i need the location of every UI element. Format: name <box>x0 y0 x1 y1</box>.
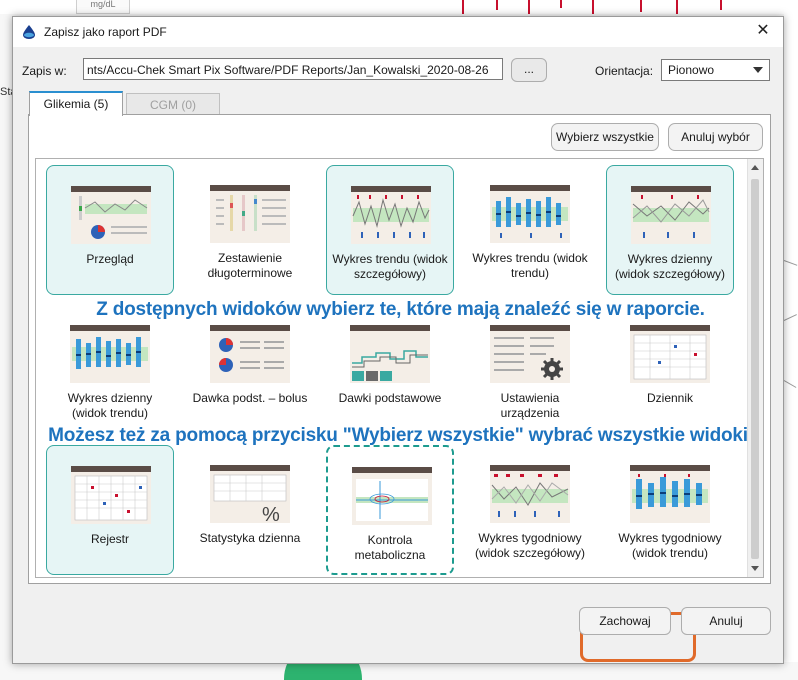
view-card-overview[interactable]: Przegląd <box>46 165 174 295</box>
view-card-trend-detail[interactable]: Wykres trendu (widok szczegółowy) <box>326 165 454 295</box>
view-card-daily-detail[interactable]: Wykres dzienny (widok szczegółowy) <box>606 165 734 295</box>
tab-glikemia[interactable]: Glikemia (5) <box>29 91 123 116</box>
orientation-label: Orientacja: <box>595 64 654 78</box>
view-card-weekly-detail[interactable]: Wykres tygodniowy (widok szczegółowy) <box>466 445 594 575</box>
weekly-chart-trend-icon <box>630 465 710 523</box>
view-card-device-settings[interactable]: Ustawienia urządzenia <box>466 305 594 435</box>
chevron-down-icon <box>753 67 763 73</box>
scrollbar-thumb[interactable] <box>751 179 759 559</box>
view-card-metabolic-control[interactable]: Kontrola metaboliczna <box>326 445 454 575</box>
save-location-label: Zapis w: <box>22 64 67 78</box>
view-card-trend-trend[interactable]: Wykres trendu (widok trendu) <box>466 165 594 295</box>
view-card-logbook[interactable]: Dziennik <box>606 305 734 435</box>
daily-statistics-icon: % <box>210 465 290 523</box>
daily-chart-trend-icon <box>70 325 150 383</box>
view-card-basal-doses[interactable]: Dawki podstawowe <box>326 305 454 435</box>
register-icon <box>71 466 151 524</box>
view-card-weekly-trend[interactable]: Wykres tygodniowy (widok trendu) <box>606 445 734 575</box>
deselect-all-button[interactable]: Anuluj wybór <box>668 123 763 151</box>
instruction-text-2: Możesz też za pomocą przycisku "Wybierz … <box>48 425 753 446</box>
background-chart-mark <box>676 0 678 14</box>
view-label: Wykres tygodniowy (widok trendu) <box>618 531 722 560</box>
weekly-chart-detail-icon <box>490 465 570 523</box>
basal-bolus-icon <box>210 325 290 383</box>
long-term-summary-icon <box>210 185 290 243</box>
view-label: Wykres trendu (widok szczegółowy) <box>332 252 448 281</box>
view-label: Wykres dzienny (widok szczegółowy) <box>614 252 726 281</box>
background-chart-mark <box>496 0 498 10</box>
svg-text:%: % <box>262 504 280 523</box>
scroll-up-icon[interactable] <box>751 165 759 170</box>
accu-chek-app-icon <box>23 25 35 39</box>
view-card-register[interactable]: Rejestr <box>46 445 174 575</box>
view-label: Dawka podst. – bolus <box>192 391 308 405</box>
save-pdf-dialog: Zapisz jako raport PDF ✕ Zapis w: nts/Ac… <box>12 16 784 664</box>
trend-chart-trend-icon <box>490 185 570 243</box>
dialog-titlebar[interactable]: Zapisz jako raport PDF ✕ <box>13 17 783 47</box>
view-label: Przegląd <box>86 252 134 266</box>
browse-button[interactable]: ... <box>511 58 547 82</box>
view-label: Statystyka dzienna <box>199 531 301 545</box>
view-label: Rejestr <box>90 532 129 546</box>
close-icon[interactable]: ✕ <box>753 21 773 41</box>
tab-label: Glikemia (5) <box>43 97 109 111</box>
background-right-strip <box>784 0 798 662</box>
view-label: Wykres dzienny (widok trendu) <box>67 391 153 420</box>
scroll-down-icon[interactable] <box>751 566 759 571</box>
basal-doses-icon <box>350 325 430 383</box>
save-button[interactable]: Zachowaj <box>579 607 671 635</box>
view-card-daily-statistics[interactable]: % Statystyka dzienna <box>186 445 314 575</box>
view-label: Kontrola metaboliczna <box>354 533 426 562</box>
orientation-value: Pionowo <box>668 63 715 77</box>
dialog-title: Zapisz jako raport PDF <box>44 25 167 39</box>
view-label: Dawki podstawowe <box>338 391 442 405</box>
view-card-long-term-summary[interactable]: Zestawienie długoterminowe <box>186 165 314 295</box>
orientation-select[interactable]: Pionowo <box>661 59 770 81</box>
background-chart-mark <box>560 0 562 8</box>
tab-label: CGM (0) <box>150 98 196 112</box>
device-settings-icon <box>490 325 570 383</box>
grid-scrollbar[interactable] <box>747 159 763 577</box>
report-views-grid: Przegląd Zestawienie długoterminowe Wykr… <box>35 158 764 578</box>
view-label: Wykres tygodniowy (widok szczegółowy) <box>474 531 586 560</box>
cancel-button[interactable]: Anuluj <box>681 607 771 635</box>
background-chart-mark <box>528 0 530 14</box>
daily-chart-detail-icon <box>631 186 711 244</box>
background-unit-label: mg/dL <box>76 0 130 14</box>
view-card-basal-bolus[interactable]: Dawka podst. – bolus <box>186 305 314 435</box>
view-label: Zestawienie długoterminowe <box>207 251 293 280</box>
background-chart-mark <box>592 0 594 14</box>
logbook-icon <box>630 325 710 383</box>
overview-report-icon <box>71 186 151 244</box>
metabolic-control-icon <box>352 467 432 525</box>
select-all-button[interactable]: Wybierz wszystkie <box>551 123 659 151</box>
background-chart-mark <box>640 0 642 12</box>
view-label: Wykres trendu (widok trendu) <box>472 251 588 280</box>
save-path-field[interactable]: nts/Accu-Chek Smart Pix Software/PDF Rep… <box>83 58 503 80</box>
background-chart-mark <box>462 0 464 14</box>
view-card-daily-trend[interactable]: Wykres dzienny (widok trendu) <box>46 305 174 435</box>
view-label: Ustawienia urządzenia <box>500 391 560 420</box>
view-label: Dziennik <box>646 391 694 405</box>
tab-cgm[interactable]: CGM (0) <box>126 93 220 115</box>
background-chart-mark <box>720 0 722 10</box>
trend-chart-detail-icon <box>351 186 431 244</box>
